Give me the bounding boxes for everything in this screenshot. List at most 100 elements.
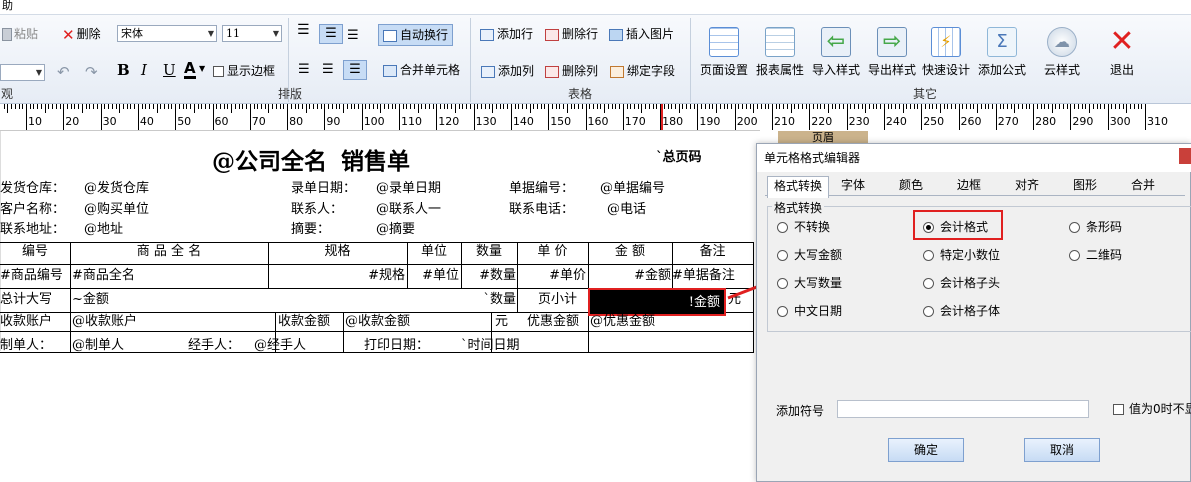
field-total-qty[interactable]: `数量	[440, 291, 516, 309]
label-yuan-2[interactable]: 元	[495, 313, 508, 331]
insert-image-button[interactable]: 插入图片	[609, 26, 674, 42]
radio-chinese-date[interactable]: 中文日期	[777, 304, 842, 318]
align-middle-icon[interactable]: ☰	[319, 24, 343, 44]
delete-button[interactable]: ✕ 删除	[62, 26, 101, 43]
delete-col-button[interactable]: 删除列	[545, 63, 598, 79]
align-top-icon[interactable]: ☰	[297, 22, 310, 38]
quick-design-button[interactable]: ⚡ 快速设计	[920, 27, 972, 78]
detail-amount[interactable]: #金额	[588, 267, 671, 285]
col-header-spec[interactable]: 规格	[268, 243, 407, 261]
label-warehouse[interactable]: 发货仓库：	[0, 180, 65, 198]
chevron-down-icon[interactable]: ▼	[199, 64, 205, 73]
label-discount[interactable]: 优惠金额	[527, 313, 579, 331]
font-color-button[interactable]: A	[184, 61, 196, 79]
ruler-marker[interactable]	[661, 104, 663, 130]
radio-barcode[interactable]: 条形码	[1069, 220, 1122, 234]
field-address[interactable]: @地址	[84, 221, 123, 239]
radio-uppercase-amount[interactable]: 大写金额	[777, 248, 842, 262]
ok-button[interactable]: 确定	[888, 438, 964, 462]
label-handler[interactable]: 经手人：	[188, 337, 240, 355]
add-symbol-input[interactable]	[837, 400, 1089, 418]
detail-code[interactable]: #商品编号	[0, 267, 70, 285]
underline-button[interactable]: U	[163, 61, 176, 79]
report-properties-button[interactable]: 报表属性	[754, 27, 806, 78]
field-handler[interactable]: @经手人	[254, 337, 306, 355]
tab-shape[interactable]: 图形	[1065, 176, 1105, 196]
radio-accounting-grid-head[interactable]: 会计格子头	[923, 276, 1000, 290]
field-total-uppercase[interactable]: ~金额	[72, 291, 109, 309]
tab-align[interactable]: 对齐	[1007, 176, 1047, 196]
field-customer[interactable]: @购买单位	[84, 201, 149, 219]
cancel-button[interactable]: 取消	[1024, 438, 1100, 462]
label-doc-no[interactable]: 单据编号：	[509, 180, 574, 198]
font-family-select[interactable]: 宋体 ▼	[117, 25, 217, 42]
tab-color[interactable]: 颜色	[891, 176, 931, 196]
field-contact[interactable]: @联系人一	[376, 201, 441, 219]
tab-border[interactable]: 边框	[949, 176, 989, 196]
field-phone[interactable]: @电话	[607, 201, 646, 219]
delete-row-button[interactable]: 删除行	[545, 26, 598, 42]
detail-spec[interactable]: #规格	[268, 267, 405, 285]
selected-amount-cell[interactable]: !金额	[588, 288, 726, 316]
align-right-icon[interactable]: ☰	[343, 60, 367, 80]
detail-name[interactable]: #商品全名	[72, 267, 268, 285]
bold-button[interactable]: B	[117, 61, 130, 79]
report-title[interactable]: @公司全名 销售单	[212, 147, 410, 177]
add-row-button[interactable]: 添加行	[480, 26, 533, 42]
page-setup-button[interactable]: 页面设置	[698, 27, 750, 78]
label-account[interactable]: 收款账户	[0, 313, 52, 331]
label-maker[interactable]: 制单人：	[0, 337, 52, 355]
add-formula-button[interactable]: Σ 添加公式	[976, 27, 1028, 78]
add-col-button[interactable]: 添加列	[481, 63, 534, 79]
field-warehouse[interactable]: @发货仓库	[84, 180, 149, 198]
zero-hide-checkbox[interactable]: 值为0时不显	[1113, 402, 1191, 416]
radio-fixed-decimals[interactable]: 特定小数位	[923, 248, 1000, 262]
radio-qrcode[interactable]: 二维码	[1069, 248, 1122, 262]
field-print-date[interactable]: `时间日期	[461, 337, 520, 355]
exit-button[interactable]: ✕ 退出	[1096, 27, 1148, 78]
label-entry-date[interactable]: 录单日期：	[291, 180, 356, 198]
auto-wrap-button[interactable]: 自动换行	[378, 24, 454, 46]
label-contact[interactable]: 联系人：	[291, 201, 343, 219]
show-border-checkbox[interactable]: 显示边框	[213, 63, 275, 79]
col-header-qty[interactable]: 数量	[461, 243, 517, 261]
field-account[interactable]: @收款账户	[72, 313, 137, 331]
bind-field-button[interactable]: 绑定字段	[610, 63, 675, 79]
radio-accounting-format[interactable]: 会计格式	[923, 220, 988, 234]
redo-icon[interactable]: ↷	[85, 63, 98, 81]
col-header-unit[interactable]: 单位	[407, 243, 461, 261]
field-discount[interactable]: @优惠金额	[590, 313, 655, 331]
detail-qty[interactable]: #数量	[461, 267, 516, 285]
align-center-icon[interactable]: ☰	[322, 62, 334, 77]
label-page-subtotal[interactable]: 页小计	[538, 291, 577, 309]
italic-button[interactable]: I	[141, 61, 147, 79]
tab-format-convert[interactable]: 格式转换	[767, 176, 829, 198]
paste-button[interactable]: 粘贴	[2, 26, 38, 42]
field-summary[interactable]: @摘要	[376, 221, 415, 239]
detail-unit[interactable]: #单位	[407, 267, 459, 285]
align-bottom-icon[interactable]: ☰	[347, 28, 359, 43]
col-header-name[interactable]: 商 品 全 名	[70, 243, 268, 261]
field-entry-date[interactable]: @录单日期	[376, 180, 441, 198]
label-print-date[interactable]: 打印日期：	[364, 337, 429, 355]
import-style-button[interactable]: ⇦ 导入样式	[810, 27, 862, 78]
col-header-code[interactable]: 编号	[0, 243, 70, 261]
label-received[interactable]: 收款金额	[278, 313, 330, 331]
export-style-button[interactable]: ⇨ 导出样式	[866, 27, 918, 78]
style-select[interactable]: ▼	[0, 64, 45, 81]
font-size-select[interactable]: 11 ▼	[222, 25, 282, 42]
total-pages-cell[interactable]: `总页码	[656, 149, 702, 167]
col-header-amount[interactable]: 金 额	[588, 243, 672, 261]
radio-no-convert[interactable]: 不转换	[777, 220, 830, 234]
label-address[interactable]: 联系地址：	[0, 221, 65, 239]
close-icon[interactable]	[1179, 148, 1191, 164]
undo-icon[interactable]: ↶	[57, 63, 70, 81]
radio-accounting-grid-body[interactable]: 会计格子体	[923, 304, 1000, 318]
radio-uppercase-qty[interactable]: 大写数量	[777, 276, 842, 290]
tab-font[interactable]: 字体	[833, 176, 873, 196]
col-header-price[interactable]: 单 价	[517, 243, 588, 261]
field-doc-no[interactable]: @单据编号	[600, 180, 665, 198]
detail-price[interactable]: #单价	[517, 267, 586, 285]
label-phone[interactable]: 联系电话：	[509, 201, 574, 219]
tab-merge[interactable]: 合并	[1123, 176, 1163, 196]
